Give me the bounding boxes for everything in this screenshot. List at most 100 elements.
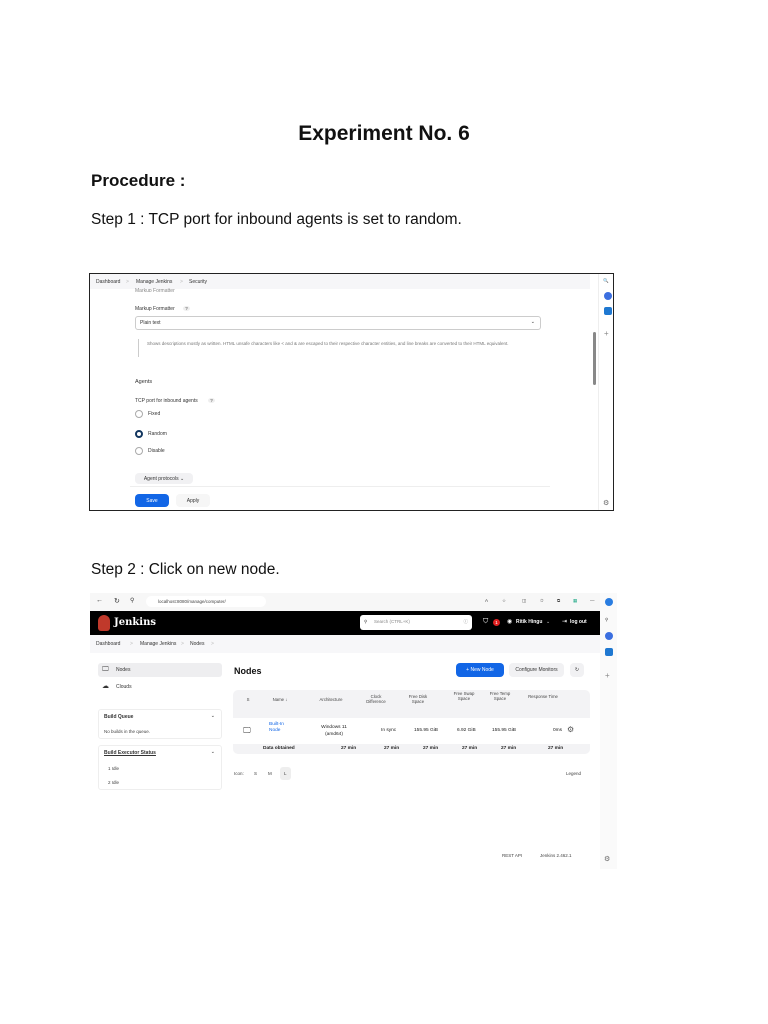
add-icon[interactable]: + (605, 671, 610, 680)
security-screenshot: Dashboard > Manage Jenkins > Security Ma… (89, 273, 614, 511)
breadcrumb-manage-jenkins[interactable]: Manage Jenkins (140, 641, 176, 647)
jenkins-logo-icon[interactable] (98, 615, 110, 631)
build-queue-title[interactable]: Build Queue (104, 714, 133, 720)
chevron-down-icon[interactable]: ⌄ (211, 713, 215, 719)
radio-disable[interactable] (135, 447, 143, 455)
obtained-disk: 27 min (423, 746, 439, 751)
help-icon[interactable]: ⓘ (464, 619, 469, 625)
col-free-swap[interactable]: Free Swap Space (453, 691, 475, 701)
icon-size-m[interactable]: M (268, 771, 272, 776)
col-response-time[interactable]: Response Time (528, 694, 558, 699)
node-link[interactable]: Built-In Node (269, 722, 289, 734)
refresh-icon[interactable]: ↻ (114, 597, 120, 605)
breadcrumb-bar: Dashboard > Manage Jenkins > Nodes > (90, 635, 600, 653)
refresh-icon: ↻ (574, 667, 580, 673)
node-architecture: Windows 11 (amd64) (321, 725, 347, 737)
breadcrumb-security[interactable]: Security (189, 279, 207, 285)
chevron-down-icon: ⌄ (530, 319, 535, 325)
extension-icon[interactable]: ▦ (573, 598, 577, 604)
jenkins-brand[interactable]: Jenkins (114, 617, 156, 628)
page-title: Nodes (234, 666, 262, 676)
breadcrumb-nodes[interactable]: Nodes (190, 641, 204, 647)
help-icon[interactable]: ? (183, 306, 190, 311)
address-bar[interactable]: localhost:8080/manage/computer/ (146, 596, 266, 607)
search-icon[interactable]: 🔍 (603, 278, 609, 284)
apply-button[interactable]: Apply (176, 494, 210, 507)
chevron-down-icon[interactable]: ⌄ (211, 749, 215, 755)
logout-link[interactable]: log out (570, 619, 587, 625)
col-clock-difference[interactable]: Clock Difference (361, 694, 391, 704)
executor-1: 1 Idle (108, 766, 120, 771)
rest-api-link[interactable]: REST API (502, 853, 522, 858)
chevron-down-icon[interactable]: ⌄ (546, 619, 550, 625)
save-button[interactable]: Save (135, 494, 169, 507)
shield-icon[interactable]: ⛉ (483, 618, 488, 626)
markup-formatter-select[interactable]: Plain text ⌄ (135, 316, 541, 330)
new-node-button[interactable]: + New Node (456, 663, 504, 677)
scrollbar[interactable] (593, 332, 596, 385)
search-placeholder: Search (CTRL+K) (374, 619, 410, 624)
gear-icon[interactable]: ⚙ (567, 725, 574, 734)
col-status[interactable]: S (243, 697, 253, 702)
search-icon[interactable]: ⚲ (130, 597, 134, 604)
radio-fixed[interactable] (135, 410, 143, 418)
executor-status-title[interactable]: Build Executor Status (104, 750, 156, 756)
radio-random[interactable] (135, 430, 143, 438)
user-menu[interactable]: Ritik Hingu (516, 619, 542, 625)
breadcrumb-dashboard[interactable]: Dashboard (96, 279, 120, 285)
help-icon[interactable]: ? (208, 398, 215, 403)
sidebar-item-nodes[interactable]: 🖵 Nodes (98, 663, 222, 677)
icon-size-l[interactable]: L (280, 767, 291, 780)
computer-icon: 🖵 (243, 726, 251, 735)
search-input[interactable]: ⚲ Search (CTRL+K) ⓘ (360, 615, 472, 630)
copilot-icon[interactable] (604, 292, 612, 300)
favorite-icon[interactable]: ☆ (502, 598, 506, 604)
cloud-icon: ☁ (102, 683, 109, 690)
add-icon[interactable]: + (604, 329, 609, 338)
sidebar-clouds-label: Clouds (116, 684, 132, 690)
gear-icon[interactable]: ⚙ (604, 855, 610, 863)
col-free-disk[interactable]: Free Disk Space (403, 694, 433, 704)
build-queue-panel: Build Queue ⌄ No builds in the queue. (98, 709, 222, 739)
back-icon[interactable]: ← (96, 597, 103, 604)
gear-icon[interactable]: ⚙ (603, 499, 609, 507)
obtained-arch: 27 min (341, 746, 357, 751)
col-architecture[interactable]: Architecture (313, 697, 349, 702)
refresh-button[interactable]: ↻ (570, 663, 584, 677)
alert-badge[interactable]: 1 (493, 619, 500, 626)
legend-link[interactable]: Legend (566, 771, 581, 776)
logout-icon: ⇥ (562, 619, 568, 625)
col-name[interactable]: Name ↓ (265, 697, 295, 702)
step-2-text: Step 2 : Click on new node. (91, 561, 280, 578)
section-cut-heading: Markup Formatter (135, 288, 175, 292)
sidebar-nodes-label: Nodes (116, 667, 131, 673)
sidebar-item-clouds[interactable]: ☁ Clouds (98, 681, 222, 693)
obtained-response: 27 min (548, 746, 564, 751)
edge-sidebar: ⚲ + ⚙ (600, 593, 617, 869)
breadcrumb-manage-jenkins[interactable]: Manage Jenkins (136, 279, 172, 285)
search-icon[interactable]: ⚲ (605, 617, 608, 623)
icon-size-label: Icon: (234, 771, 244, 776)
favorites-icon[interactable]: ✩ (540, 598, 544, 604)
divider (130, 486, 550, 487)
copilot-icon[interactable] (605, 598, 613, 606)
collections-icon[interactable]: ⧉ (557, 598, 560, 603)
agent-protocols-label: Agent protocols (143, 475, 179, 482)
table-row: 🖵 Built-In Node Windows 11 (amd64) In sy… (233, 718, 590, 744)
jenkins-version[interactable]: Jenkins 2.462.1 (540, 853, 572, 858)
read-aloud-icon[interactable]: A (485, 598, 488, 603)
option-disable-label: Disable (148, 448, 165, 454)
outlook-icon[interactable] (605, 648, 613, 656)
icon-size-s[interactable]: S (254, 771, 257, 776)
obtained-swap: 27 min (462, 746, 478, 751)
node-swap: 6.92 GiB (457, 728, 476, 733)
breadcrumb-dashboard[interactable]: Dashboard (96, 641, 120, 647)
configure-monitors-button[interactable]: Configure Monitors (509, 663, 564, 677)
copilot-icon[interactable] (605, 632, 613, 640)
col-free-temp[interactable]: Free Temp Space (489, 691, 511, 701)
minimize-icon[interactable]: — (590, 598, 595, 603)
agent-protocols-button[interactable]: Agent protocols ⌄ (135, 473, 193, 484)
split-screen-icon[interactable]: ◫ (522, 598, 526, 604)
markup-formatter-value: Plain text (140, 320, 161, 326)
outlook-icon[interactable] (604, 307, 612, 315)
